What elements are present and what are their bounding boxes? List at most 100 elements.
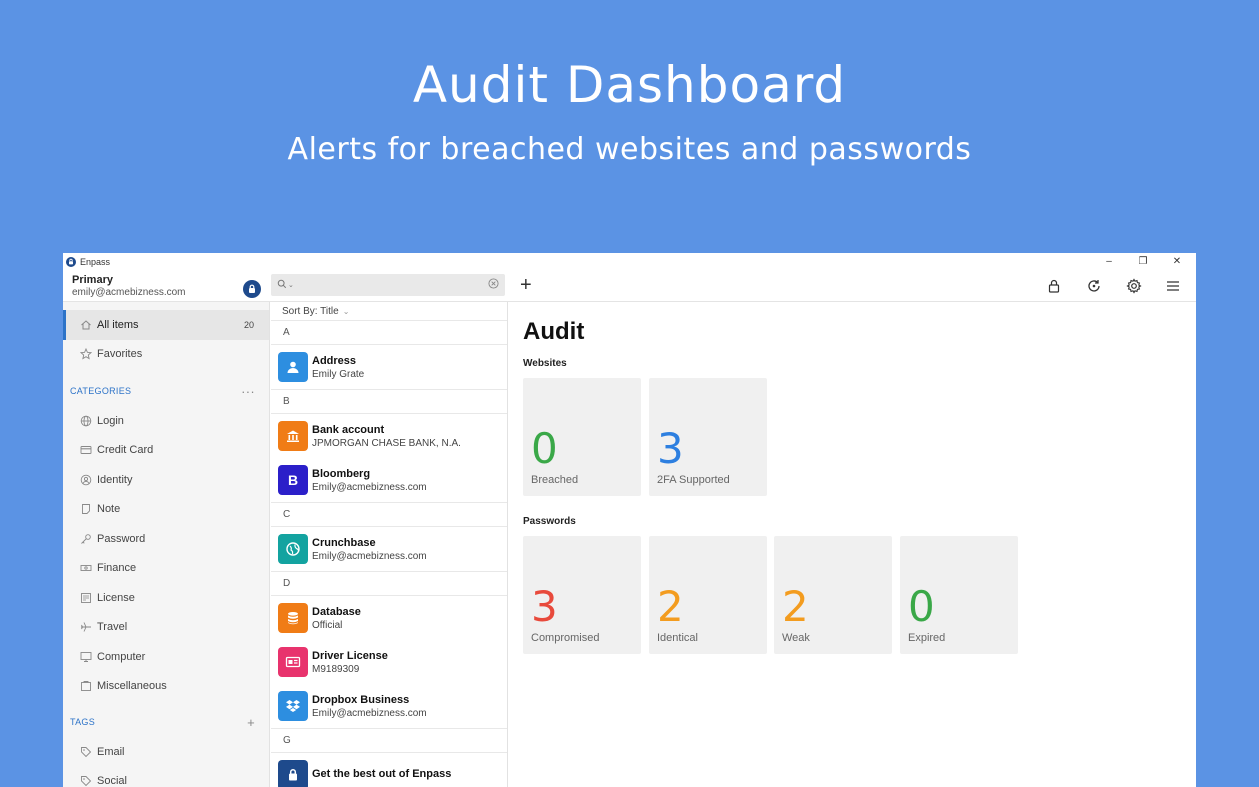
add-item-button[interactable]: + bbox=[520, 273, 532, 297]
bank-icon bbox=[278, 421, 308, 451]
license-card-icon bbox=[278, 647, 308, 677]
list-item[interactable]: Driver License M9189309 bbox=[271, 640, 507, 684]
list-item[interactable]: B Bloomberg Emily@acmebizness.com bbox=[271, 458, 507, 502]
page-title: Audit bbox=[523, 318, 585, 345]
hero-title: Audit Dashboard bbox=[412, 56, 847, 114]
categories-label: CATEGORIES bbox=[70, 386, 132, 396]
search-box[interactable]: ⌄ bbox=[271, 274, 505, 296]
list-item[interactable]: Crunchbase Emily@acmebizness.com bbox=[271, 527, 507, 571]
globe-icon bbox=[80, 415, 92, 427]
minimize-button[interactable]: – bbox=[1092, 253, 1126, 270]
vault-email: emily@acmebizness.com bbox=[72, 286, 186, 298]
sidebar-item-finance[interactable]: Finance bbox=[63, 554, 269, 584]
bloomberg-logo-icon: B bbox=[278, 465, 308, 495]
search-icon[interactable] bbox=[277, 279, 287, 292]
identical-label: Identical bbox=[657, 632, 698, 644]
sidebar-item-label: Email bbox=[97, 745, 125, 758]
enpass-logo-icon bbox=[66, 256, 76, 267]
search-input[interactable] bbox=[297, 279, 488, 291]
item-subtitle: Emily@acmebizness.com bbox=[312, 707, 427, 719]
sort-dropdown[interactable]: Sort By: Title ⌄ bbox=[271, 302, 507, 320]
add-tag-button[interactable]: + bbox=[247, 715, 255, 730]
compromised-label: Compromised bbox=[531, 632, 600, 644]
passwords-section-label: Passwords bbox=[523, 516, 576, 527]
sidebar-item-login[interactable]: Login bbox=[63, 406, 269, 436]
categories-more-button[interactable]: ··· bbox=[241, 384, 255, 399]
sidebar-item-note[interactable]: Note bbox=[63, 495, 269, 525]
sidebar-item-label: Miscellaneous bbox=[97, 680, 167, 693]
list-item[interactable]: Database Official bbox=[271, 596, 507, 640]
hero-subtitle: Alerts for breached websites and passwor… bbox=[287, 132, 972, 167]
vault-name: Primary bbox=[72, 273, 113, 286]
weak-count: 2 bbox=[782, 582, 809, 631]
search-filter-chevron-icon[interactable]: ⌄ bbox=[288, 281, 294, 289]
item-title: Database bbox=[312, 605, 361, 618]
expired-tile[interactable]: 0 Expired bbox=[900, 536, 1018, 654]
sidebar-item-label: Finance bbox=[97, 562, 137, 575]
2fa-supported-tile[interactable]: 3 2FA Supported bbox=[649, 378, 767, 496]
sidebar-item-license[interactable]: License bbox=[63, 583, 269, 613]
sort-label: Sort By: Title bbox=[282, 305, 339, 317]
websites-section-label: Websites bbox=[523, 358, 567, 369]
home-icon bbox=[80, 319, 92, 331]
breached-label: Breached bbox=[531, 474, 579, 486]
item-subtitle: M9189309 bbox=[312, 663, 360, 675]
expired-label: Expired bbox=[908, 632, 946, 644]
expired-count: 0 bbox=[908, 582, 935, 631]
sidebar-item-label: Computer bbox=[97, 650, 146, 663]
sidebar-item-credit-card[interactable]: Credit Card bbox=[63, 436, 269, 466]
close-button[interactable]: ✕ bbox=[1160, 253, 1194, 270]
compromised-tile[interactable]: 3 Compromised bbox=[523, 536, 641, 654]
identical-tile[interactable]: 2 Identical bbox=[649, 536, 767, 654]
lock-icon[interactable] bbox=[1045, 277, 1063, 295]
group-header-b: B bbox=[271, 389, 507, 414]
weak-tile[interactable]: 2 Weak bbox=[774, 536, 892, 654]
note-icon bbox=[80, 503, 92, 515]
list-item[interactable]: Get the best out of Enpass bbox=[271, 753, 507, 787]
restore-button[interactable]: ❐ bbox=[1126, 253, 1160, 270]
sidebar-item-all-items[interactable]: All items 20 bbox=[63, 310, 269, 340]
item-title: Bloomberg bbox=[312, 467, 371, 480]
sidebar-item-travel[interactable]: Travel bbox=[63, 613, 269, 643]
title-bar: Enpass – ❐ ✕ bbox=[63, 253, 1196, 270]
sidebar-item-miscellaneous[interactable]: Miscellaneous bbox=[63, 672, 269, 702]
database-icon bbox=[278, 603, 308, 633]
sidebar-item-password[interactable]: Password bbox=[63, 524, 269, 554]
menu-icon[interactable] bbox=[1164, 277, 1182, 295]
sidebar-item-identity[interactable]: Identity bbox=[63, 465, 269, 495]
tags-header: TAGS + bbox=[63, 707, 269, 737]
item-list: Sort By: Title ⌄ A Address Emily Grate B… bbox=[271, 302, 508, 787]
list-item[interactable]: Dropbox Business Emily@acmebizness.com bbox=[271, 684, 507, 728]
sidebar-item-tag-email[interactable]: Email bbox=[63, 737, 269, 767]
group-header-c: C bbox=[271, 502, 507, 527]
item-subtitle: Emily@acmebizness.com bbox=[312, 481, 427, 493]
app-window: Enpass – ❐ ✕ Primary emily@acmebizness.c… bbox=[63, 253, 1196, 787]
sidebar-item-tag-social[interactable]: Social bbox=[63, 767, 269, 787]
finance-icon bbox=[80, 562, 92, 574]
sidebar-item-favorites[interactable]: Favorites bbox=[63, 340, 269, 370]
breached-tile[interactable]: 0 Breached bbox=[523, 378, 641, 496]
item-title: Address bbox=[312, 354, 357, 367]
identical-count: 2 bbox=[657, 582, 684, 631]
sidebar-item-label: Password bbox=[97, 532, 146, 545]
2fa-supported-count: 3 bbox=[657, 424, 684, 473]
gear-icon[interactable] bbox=[1125, 277, 1143, 295]
sidebar-item-label: License bbox=[97, 591, 135, 604]
vault-icon[interactable] bbox=[243, 279, 261, 298]
item-subtitle: JPMORGAN CHASE BANK, N.A. bbox=[312, 437, 461, 449]
vault-selector[interactable]: Primary emily@acmebizness.com bbox=[63, 274, 271, 298]
categories-header: CATEGORIES ··· bbox=[63, 376, 269, 406]
sidebar-item-label: Credit Card bbox=[97, 444, 154, 457]
group-header-a: A bbox=[271, 320, 507, 345]
sidebar-item-computer[interactable]: Computer bbox=[63, 642, 269, 672]
person-icon bbox=[278, 352, 308, 382]
toolbar: Primary emily@acmebizness.com ⌄ + bbox=[63, 270, 1196, 302]
list-item[interactable]: Address Emily Grate bbox=[271, 345, 507, 389]
group-header-g: G bbox=[271, 728, 507, 753]
item-subtitle: Emily@acmebizness.com bbox=[312, 550, 427, 562]
clear-search-icon[interactable] bbox=[488, 278, 499, 292]
sync-icon[interactable] bbox=[1085, 277, 1103, 295]
chevron-down-icon: ⌄ bbox=[342, 306, 350, 316]
app-title: Enpass bbox=[80, 256, 111, 267]
list-item[interactable]: Bank account JPMORGAN CHASE BANK, N.A. bbox=[271, 414, 507, 458]
